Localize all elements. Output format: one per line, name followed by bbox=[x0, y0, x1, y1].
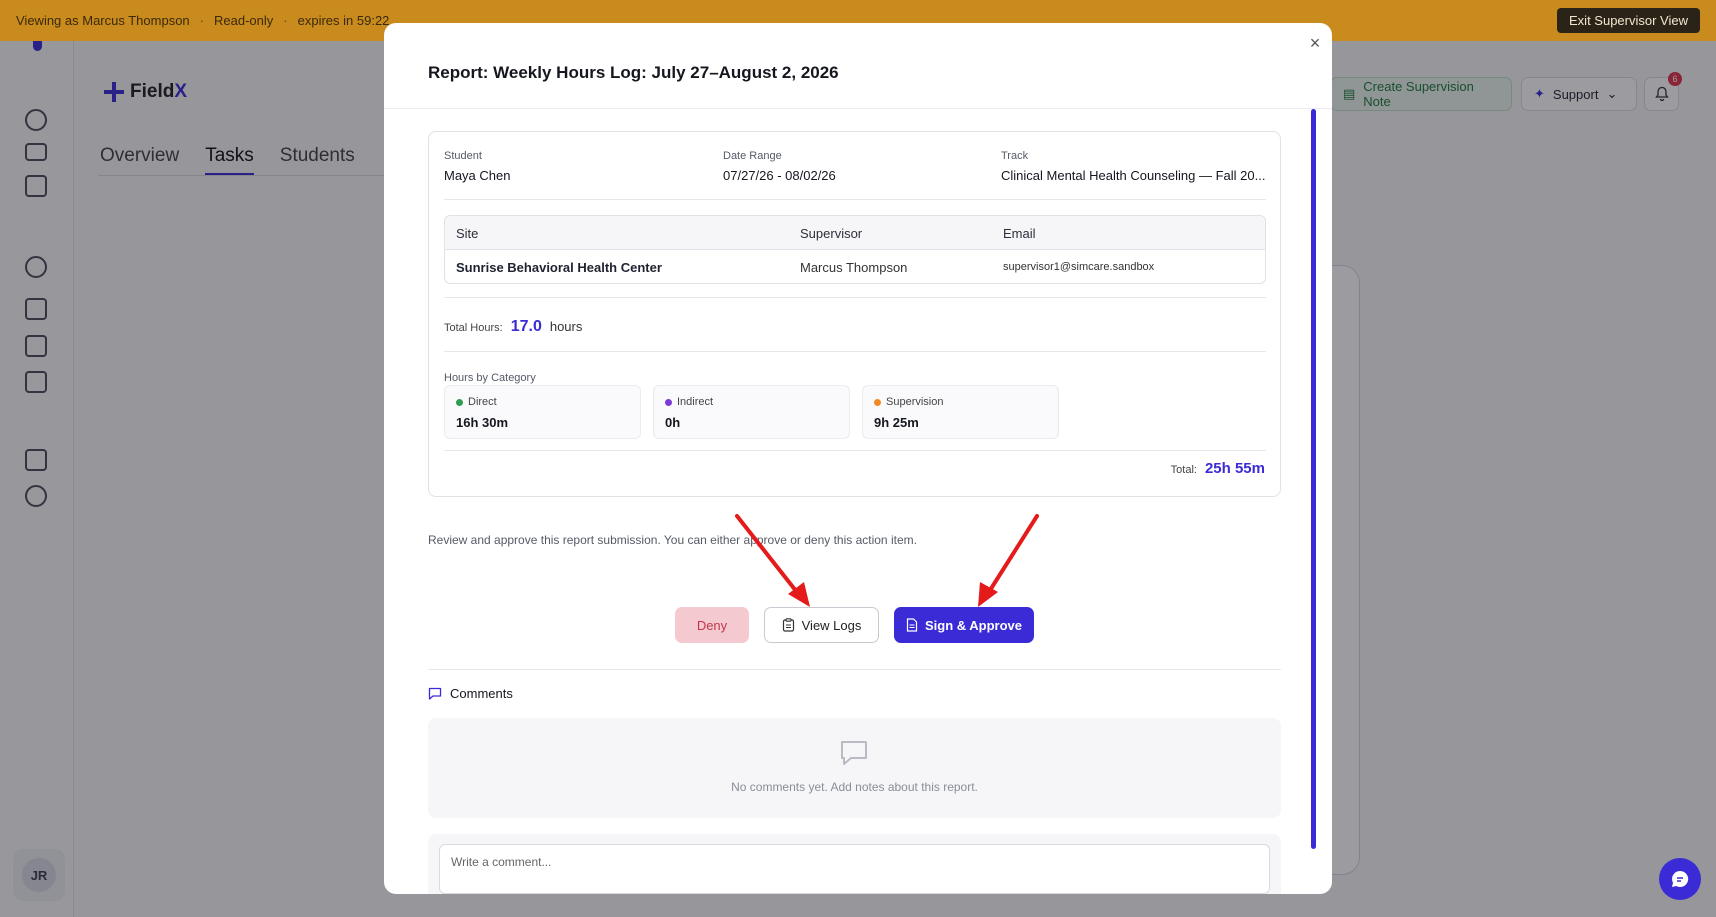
category-name: Indirect bbox=[677, 396, 714, 408]
empty-comments-message: No comments yet. Add notes about this re… bbox=[731, 780, 978, 794]
table-divider bbox=[444, 297, 1266, 298]
total-hours: Total Hours: 17.0 hours bbox=[444, 318, 582, 336]
total-hours-value: 17.0 bbox=[510, 318, 542, 335]
total-hours-label: Total Hours: bbox=[444, 322, 503, 334]
deny-button[interactable]: Deny bbox=[675, 607, 749, 643]
review-instructions: Review and approve this report submissio… bbox=[428, 533, 917, 547]
comment-icon bbox=[428, 687, 442, 700]
indirect-dot-icon bbox=[665, 398, 672, 406]
hours-by-category-label: Hours by Category bbox=[444, 372, 536, 384]
report-modal: Report: Weekly Hours Log: July 27–August… bbox=[384, 23, 1332, 894]
empty-comment-icon bbox=[841, 741, 867, 765]
date-range-value: 07/27/26 - 08/02/26 bbox=[723, 168, 836, 183]
student-value: Maya Chen bbox=[444, 168, 511, 183]
site-column-header: Site bbox=[456, 225, 479, 241]
view-logs-button[interactable]: View Logs bbox=[764, 607, 879, 643]
date-range-label: Date Range bbox=[723, 150, 782, 162]
total-hours-unit: hours bbox=[549, 319, 583, 334]
sign-approve-label: Sign & Approve bbox=[924, 617, 1023, 633]
comments-empty-state: No comments yet. Add notes about this re… bbox=[428, 718, 1281, 818]
category-divider bbox=[444, 450, 1266, 451]
banner-separator: · bbox=[199, 13, 205, 28]
view-logs-label: View Logs bbox=[801, 617, 862, 633]
supervision-dot-icon bbox=[874, 398, 881, 406]
supervisor-cell: Marcus Thompson bbox=[800, 259, 908, 275]
exit-supervisor-view-button[interactable]: Exit Supervisor View bbox=[1557, 8, 1700, 33]
modal-scrollbar[interactable] bbox=[1311, 109, 1316, 849]
read-only-text: Read-only bbox=[214, 13, 274, 28]
modal-header-divider bbox=[384, 108, 1332, 109]
email-cell: supervisor1@simcare.sandbox bbox=[1003, 261, 1155, 273]
table-row: Sunrise Behavioral Health Center Marcus … bbox=[445, 250, 1265, 283]
grand-total-value: 25h 55m bbox=[1204, 460, 1265, 477]
banner-separator: · bbox=[283, 13, 288, 28]
report-summary-card: Student Maya Chen Date Range 07/27/26 - … bbox=[428, 131, 1281, 497]
expires-text: expires in 59:22 bbox=[297, 13, 390, 28]
category-indirect: Indirect 0h bbox=[653, 385, 850, 439]
track-label: Track bbox=[1001, 150, 1029, 162]
track-value: Clinical Mental Health Counseling — Fall… bbox=[1001, 168, 1266, 183]
comment-composer bbox=[428, 834, 1281, 894]
grand-total: Total: 25h 55m bbox=[1171, 460, 1265, 477]
comment-input[interactable] bbox=[439, 844, 1270, 894]
close-icon[interactable]: × bbox=[1305, 33, 1325, 53]
sign-approve-button[interactable]: Sign & Approve bbox=[894, 607, 1034, 643]
comments-header: Comments bbox=[428, 686, 513, 701]
viewing-as-text: Viewing as Marcus Thompson bbox=[16, 13, 190, 28]
site-cell: Sunrise Behavioral Health Center bbox=[456, 259, 662, 275]
category-value: 16h 30m bbox=[456, 415, 509, 430]
site-table: Site Supervisor Email Sunrise Behavioral… bbox=[444, 215, 1266, 284]
grand-total-label: Total: bbox=[1170, 464, 1197, 476]
direct-dot-icon bbox=[456, 398, 463, 406]
chat-bubble-icon bbox=[1672, 870, 1689, 887]
hours-divider bbox=[444, 351, 1266, 352]
category-value: 9h 25m bbox=[874, 415, 919, 430]
site-table-header: Site Supervisor Email bbox=[445, 216, 1265, 250]
category-direct: Direct 16h 30m bbox=[444, 385, 641, 439]
comments-title: Comments bbox=[450, 686, 513, 701]
student-label: Student bbox=[444, 150, 482, 162]
document-icon bbox=[906, 618, 918, 632]
supervisor-column-header: Supervisor bbox=[800, 225, 863, 241]
category-supervision: Supervision 9h 25m bbox=[862, 385, 1059, 439]
modal-title: Report: Weekly Hours Log: July 27–August… bbox=[428, 63, 839, 82]
comments-divider bbox=[428, 669, 1281, 670]
annotation-arrow-view-logs bbox=[735, 514, 810, 607]
category-name: Direct bbox=[468, 396, 497, 408]
meta-divider bbox=[444, 199, 1266, 200]
chat-launcher-button[interactable] bbox=[1659, 858, 1701, 900]
annotation-arrow-sign-approve bbox=[978, 514, 1039, 607]
category-name: Supervision bbox=[886, 396, 944, 408]
email-column-header: Email bbox=[1003, 225, 1036, 241]
category-value: 0h bbox=[665, 415, 681, 430]
clipboard-list-icon bbox=[782, 618, 794, 632]
